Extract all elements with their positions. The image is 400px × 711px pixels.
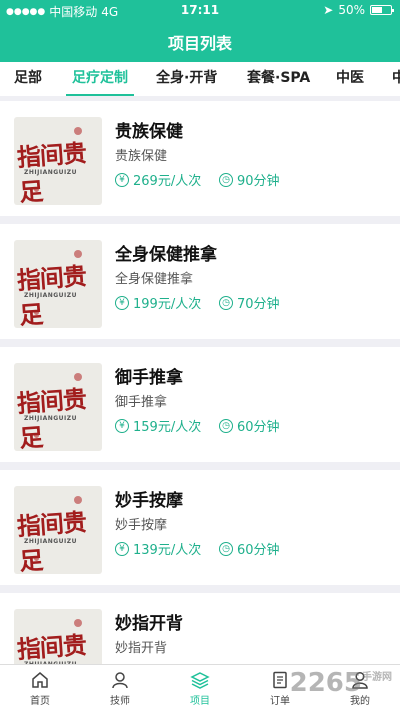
battery-icon: [370, 5, 394, 15]
logo-subtext: ZHIJIANGUIZU: [24, 538, 77, 545]
logo-subtext: ZHIJIANGUIZU: [24, 292, 77, 299]
tab-foot[interactable]: 足部: [14, 62, 42, 96]
list-item[interactable]: 指间贵足 ZHIJIANGUIZU 御手推拿 御手推拿 ¥159元/人次 ◷ 60…: [0, 347, 400, 462]
yuan-icon: ¥: [115, 541, 129, 556]
tab-custom-foot[interactable]: 足疗定制: [66, 62, 134, 96]
watermark-text: 2265: [289, 668, 362, 698]
clock-icon: ◷: [219, 418, 233, 433]
project-duration: 90分钟: [237, 174, 280, 189]
yuan-icon: ¥: [115, 295, 129, 310]
list-item[interactable]: 指间贵足 ZHIJIANGUIZU 妙手按摩 妙手按摩 ¥139元/人次 ◷ 60…: [0, 470, 400, 585]
project-name: 贵族保健: [115, 122, 183, 142]
project-price: 139元/人次: [133, 543, 202, 558]
yuan-icon: ¥: [115, 172, 129, 187]
tab-chinese-medicine[interactable]: 中医: [336, 62, 364, 96]
page-title: 项目列表: [167, 34, 232, 53]
watermark-suffix: 手游网: [362, 672, 392, 683]
project-desc: 御手推拿: [115, 395, 168, 410]
project-price: 269元/人次: [133, 174, 202, 189]
project-price: 199元/人次: [133, 297, 202, 312]
project-duration: 60分钟: [237, 420, 280, 435]
project-thumbnail: 指间贵足 ZHIJIANGUIZU: [14, 486, 102, 574]
project-desc: 妙指开背: [115, 641, 168, 656]
project-name: 妙指开背: [115, 614, 183, 634]
nav-label: 首页: [30, 696, 50, 707]
project-thumbnail: 指间贵足 ZHIJIANGUIZU: [14, 363, 102, 451]
clock-icon: ◷: [219, 541, 233, 556]
tab-fullbody-back[interactable]: 全身·开背: [156, 62, 217, 96]
clock-icon: ◷: [219, 172, 233, 187]
project-desc: 妙手按摩: [115, 518, 168, 533]
header-bar: ●●●●● 中国移动 4G 17:11 ➤ 50% 项目列表: [0, 0, 400, 62]
project-desc: 全身保健推拿: [115, 272, 194, 287]
list-item[interactable]: 指间贵足 ZHIJIANGUIZU 全身保健推拿 全身保健推拿 ¥199元/人次…: [0, 224, 400, 339]
location-icon: ➤: [323, 3, 334, 17]
layers-icon: [190, 672, 210, 689]
nav-label: 项目: [190, 696, 210, 707]
logo-subtext: ZHIJIANGUIZU: [24, 415, 77, 422]
tab-package-spa[interactable]: 套餐·SPA: [247, 62, 310, 96]
project-thumbnail: 指间贵足 ZHIJIANGUIZU: [14, 240, 102, 328]
nav-label: 技师: [110, 696, 130, 707]
project-name: 全身保健推拿: [115, 245, 217, 265]
project-thumbnail: 指间贵足 ZHIJIANGUIZU: [14, 117, 102, 205]
project-name: 妙手按摩: [115, 491, 183, 511]
nav-projects[interactable]: 项目: [160, 665, 240, 711]
tab-more[interactable]: 中: [392, 62, 400, 96]
nav-technician[interactable]: 技师: [80, 665, 160, 711]
order-icon: [273, 671, 287, 689]
project-duration: 60分钟: [237, 543, 280, 558]
battery-percent: 50%: [338, 3, 365, 17]
technician-icon: [112, 672, 128, 689]
project-duration: 70分钟: [237, 297, 280, 312]
nav-home[interactable]: 首页: [0, 665, 80, 711]
yuan-icon: ¥: [115, 418, 129, 433]
list-item[interactable]: 指间贵足 ZHIJIANGUIZU 贵族保健 贵族保健 ¥269元/人次 ◷ 90…: [0, 101, 400, 216]
project-price: 159元/人次: [133, 420, 202, 435]
logo-subtext: ZHIJIANGUIZU: [24, 169, 77, 176]
project-desc: 贵族保健: [115, 149, 168, 164]
clock-icon: ◷: [219, 295, 233, 310]
watermark: 2265手游网: [290, 668, 392, 698]
status-bar: ●●●●● 中国移动 4G 17:11 ➤ 50%: [0, 0, 400, 20]
home-icon: [32, 672, 48, 688]
category-tabs: 足部 足疗定制 全身·开背 套餐·SPA 中医 中: [0, 62, 400, 96]
project-name: 御手推拿: [115, 368, 183, 388]
